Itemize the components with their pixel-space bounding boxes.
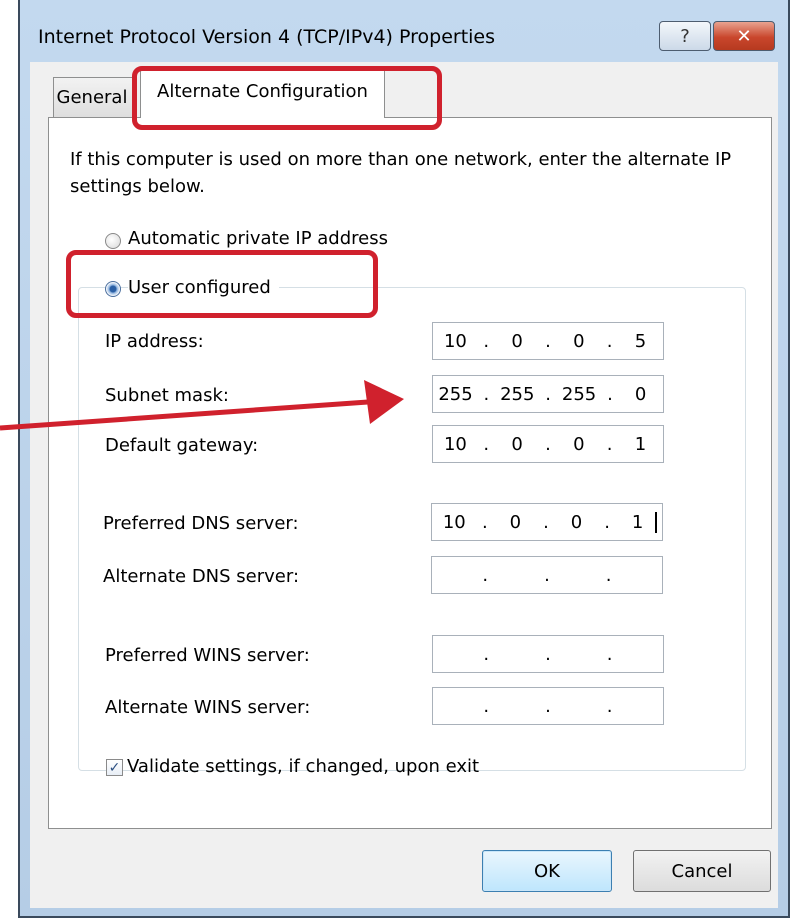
cancel-button-label: Cancel (671, 860, 733, 882)
cancel-button[interactable]: Cancel (633, 850, 771, 892)
tab-general[interactable]: General (53, 77, 133, 117)
subnet-mask-input[interactable]: 255. 255. 255. 0 (432, 375, 664, 413)
ip-address-label: IP address: (105, 331, 204, 352)
preferred-wins-input[interactable]: . . . (432, 635, 664, 673)
checkmark-icon: ✓ (108, 759, 121, 776)
help-button[interactable]: ? (659, 21, 711, 51)
close-icon: ✕ (736, 25, 752, 47)
validate-settings-label[interactable]: Validate settings, if changed, upon exit (127, 756, 479, 777)
help-icon: ? (680, 25, 690, 47)
intro-text: If this computer is used on more than on… (70, 149, 732, 197)
highlight-user-configured (66, 250, 378, 318)
preferred-wins-label: Preferred WINS server: (105, 645, 310, 666)
highlight-alternate-tab (132, 66, 442, 130)
alternate-wins-label: Alternate WINS server: (105, 697, 311, 718)
radio-automatic-label[interactable]: Automatic private IP address (128, 228, 388, 249)
alternate-dns-label: Alternate DNS server: (103, 566, 300, 587)
alternate-dns-input[interactable]: . . . (431, 556, 663, 594)
ip-address-input[interactable]: 10. 0. 0. 5 (432, 322, 664, 360)
close-button[interactable]: ✕ (713, 21, 775, 51)
ok-button[interactable]: OK (482, 850, 612, 892)
arrow-icon (0, 380, 404, 431)
alternate-wins-input[interactable]: . . . (432, 687, 664, 725)
radio-automatic-private-ip[interactable] (105, 233, 121, 249)
tab-general-label: General (56, 87, 128, 108)
validate-settings-checkbox[interactable]: ✓ (106, 759, 123, 776)
default-gateway-input[interactable]: 10. 0. 0. 1 (432, 425, 664, 463)
ok-button-label: OK (534, 860, 560, 882)
preferred-dns-label: Preferred DNS server: (103, 513, 299, 534)
preferred-dns-input[interactable]: 10. 0. 0. 1 (431, 503, 663, 541)
window-title: Internet Protocol Version 4 (TCP/IPv4) P… (38, 26, 496, 48)
arrow-head (364, 380, 404, 424)
arrow-shaft (0, 399, 369, 431)
